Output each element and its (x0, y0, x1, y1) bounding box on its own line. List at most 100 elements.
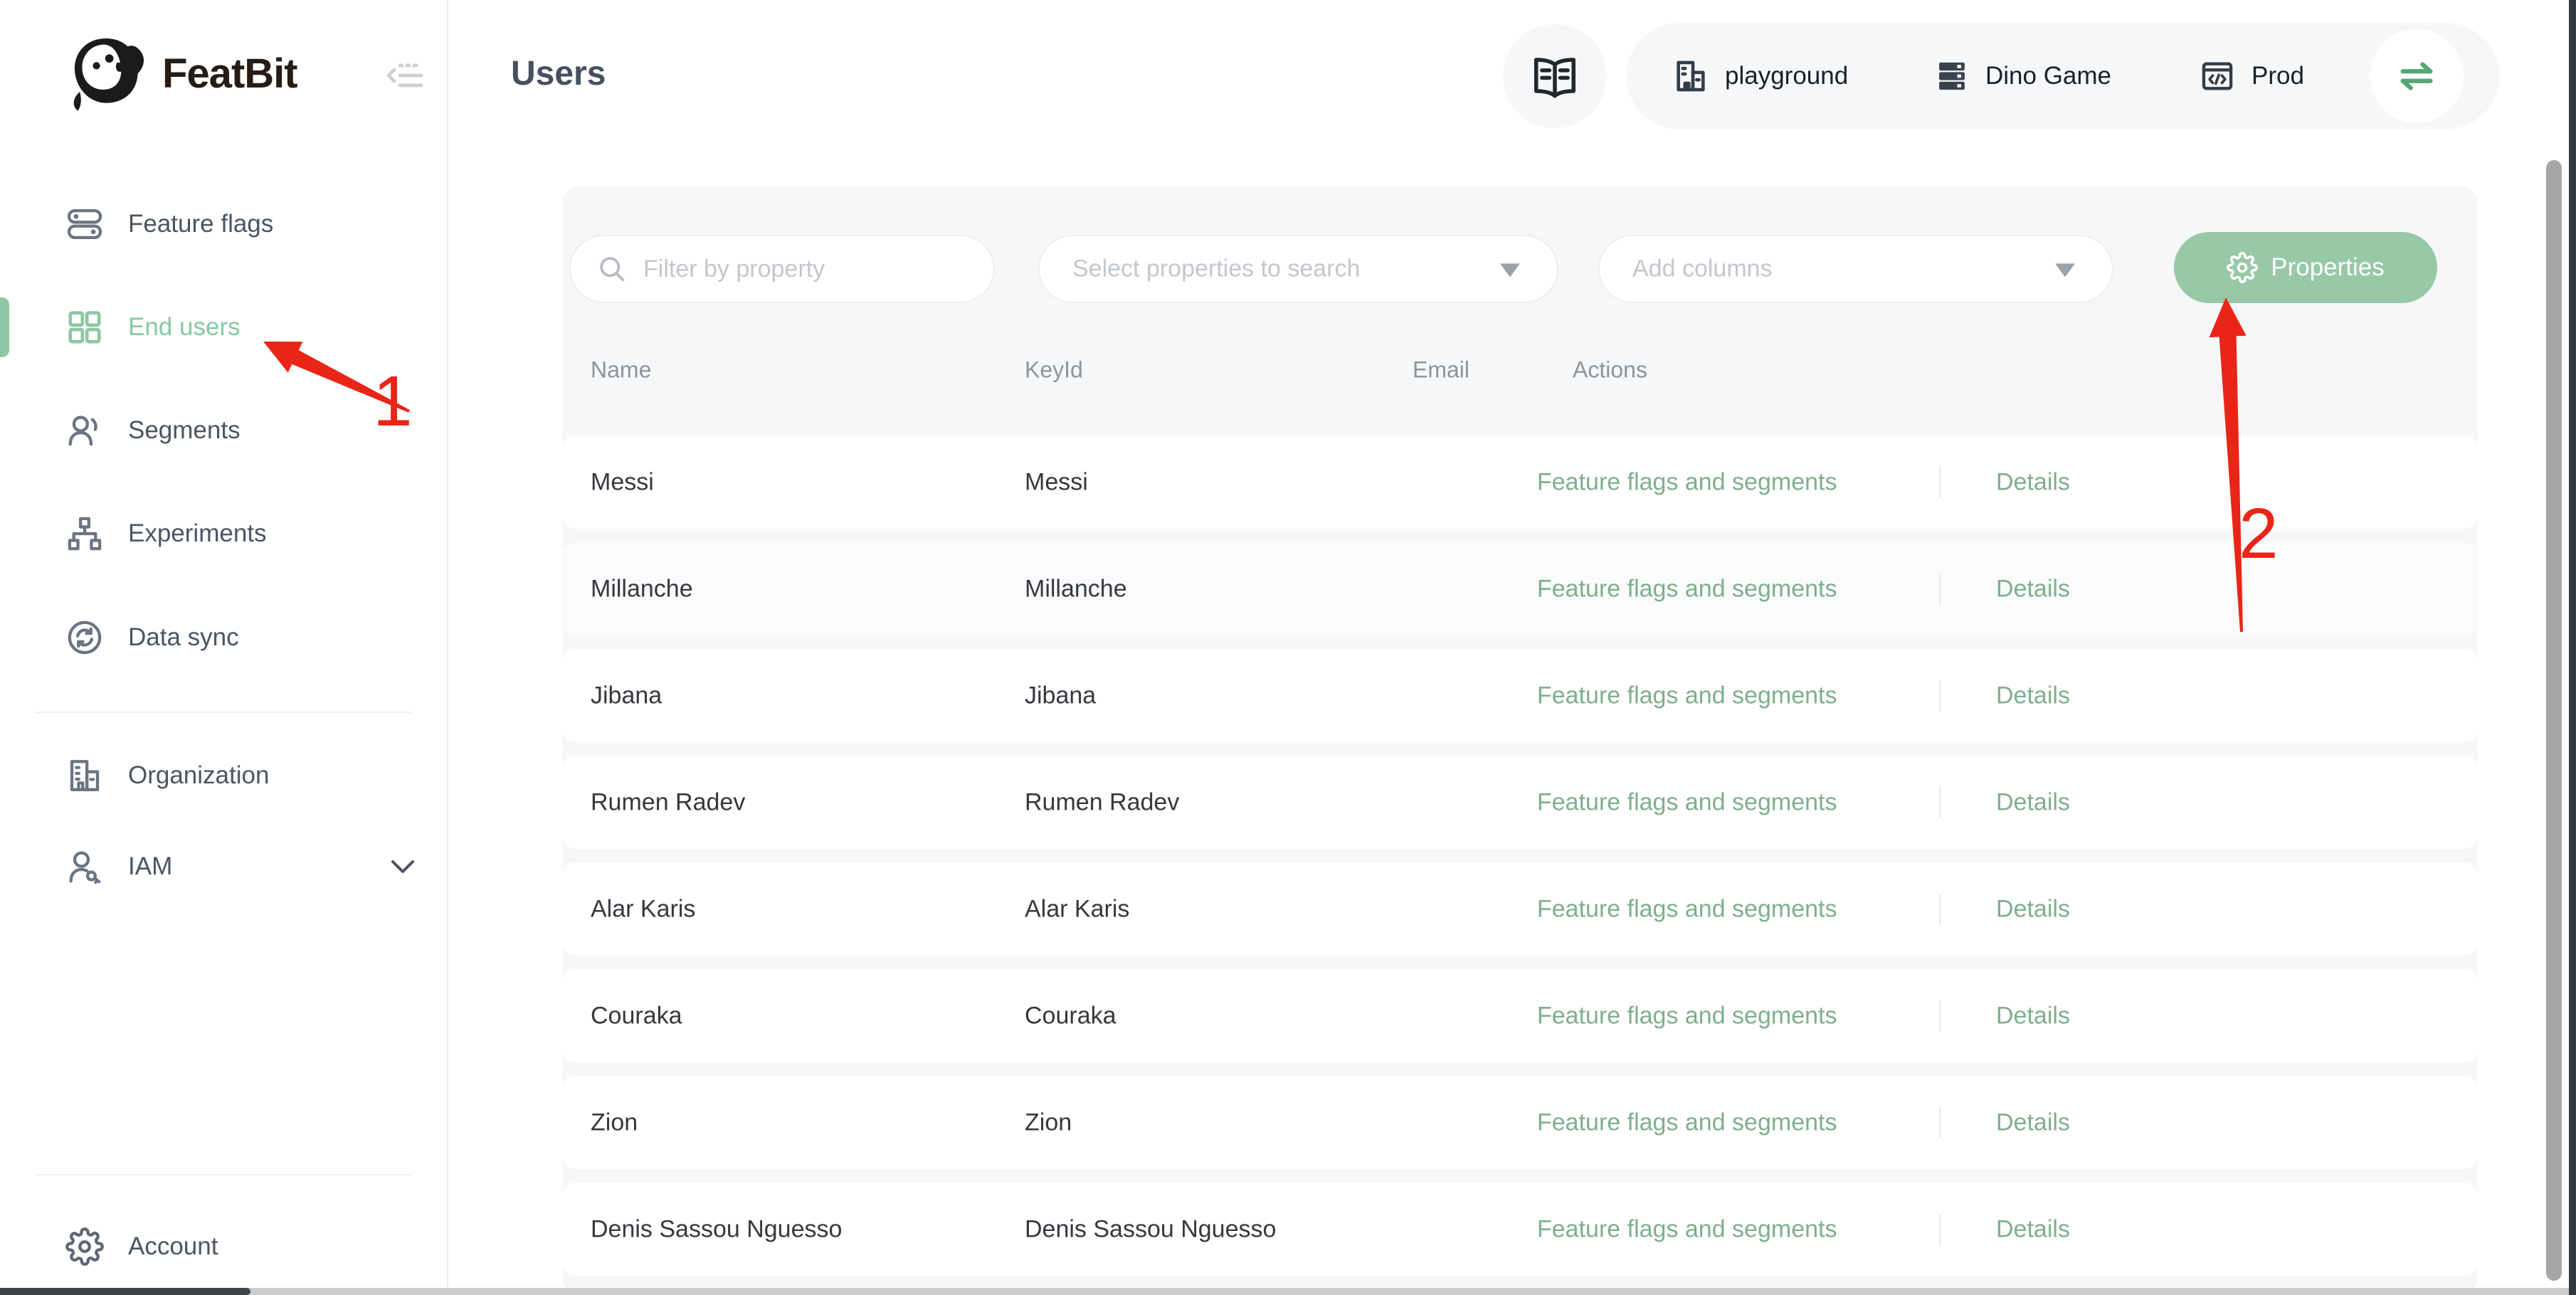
sidebar-item-iam[interactable]: IAM (0, 830, 447, 904)
cell-keyid: Denis Sassou Nguesso (1025, 1215, 1276, 1243)
table-row: Alar Karis Alar Karis Feature flags and … (562, 862, 2478, 956)
details-link[interactable]: Details (1996, 1215, 2070, 1243)
environment-name: Prod (2252, 62, 2304, 90)
page-title: Users (511, 54, 606, 93)
feature-flags-and-segments-link[interactable]: Feature flags and segments (1537, 788, 1837, 816)
cell-name: Denis Sassou Nguesso (591, 1215, 842, 1243)
feature-flags-and-segments-link[interactable]: Feature flags and segments (1537, 575, 1837, 603)
sidebar-item-experiments[interactable]: Experiments (0, 497, 447, 571)
switch-environment-button[interactable] (2370, 29, 2464, 123)
cell-name: Rumen Radev (591, 788, 745, 816)
cell-name: Millanche (591, 575, 693, 603)
sidebar-item-segments[interactable]: Segments (0, 393, 447, 467)
table-row: Rumen Radev Rumen Radev Feature flags an… (562, 756, 2478, 849)
horizontal-scrollbar[interactable] (0, 1288, 250, 1295)
sidebar-item-label: Experiments (128, 519, 267, 548)
table-row: Jibana Jibana Feature flags and segments… (562, 649, 2478, 742)
chevron-down-icon (390, 859, 416, 874)
sidebar-item-label: Organization (128, 761, 269, 790)
environment-selector[interactable]: Prod (2199, 23, 2304, 130)
details-link[interactable]: Details (1996, 1109, 2070, 1136)
experiments-icon (65, 514, 104, 553)
add-columns-placeholder: Add columns (1632, 255, 1773, 283)
caret-down-icon (2055, 263, 2075, 277)
details-link[interactable]: Details (1996, 468, 2070, 496)
servers-icon (1934, 58, 1970, 94)
end-users-icon (65, 308, 104, 347)
gear-icon (65, 1227, 104, 1266)
feature-flags-and-segments-link[interactable]: Feature flags and segments (1537, 1002, 1837, 1030)
vertical-scrollbar[interactable] (2546, 160, 2562, 1281)
gear-icon (2227, 252, 2258, 283)
featbit-logo-icon (63, 28, 149, 115)
horizontal-scrollbar-track (0, 1288, 2569, 1295)
column-header-actions: Actions (1573, 357, 1647, 384)
sidebar-item-account[interactable]: Account (0, 1210, 447, 1284)
documentation-button[interactable] (1503, 24, 1607, 128)
user-table-body: Messi Messi Feature flags and segments D… (562, 435, 2478, 1289)
action-divider (1939, 787, 1941, 818)
cell-keyid: Couraka (1025, 1002, 1117, 1030)
column-header-keyid: KeyId (1025, 357, 1083, 384)
feature-flags-and-segments-link[interactable]: Feature flags and segments (1537, 682, 1837, 709)
action-divider (1939, 894, 1941, 925)
details-link[interactable]: Details (1996, 1002, 2070, 1030)
users-panel: Select properties to search Add columns … (562, 186, 2478, 1295)
caret-down-icon (1500, 263, 1520, 277)
action-divider (1939, 1214, 1941, 1245)
window-right-edge (2569, 0, 2576, 1295)
cell-name: Couraka (591, 1002, 682, 1030)
cell-keyid: Jibana (1025, 682, 1096, 709)
code-window-icon (2199, 58, 2236, 95)
iam-icon (65, 847, 104, 886)
action-divider (1939, 574, 1941, 605)
details-link[interactable]: Details (1996, 575, 2070, 603)
table-row: Zion Zion Feature flags and segments Det… (562, 1076, 2478, 1169)
segments-icon (65, 411, 104, 450)
sidebar-item-label: Data sync (128, 623, 239, 652)
cell-keyid: Rumen Radev (1025, 788, 1179, 816)
sidebar-item-label: End users (128, 313, 241, 342)
feature-flags-and-segments-link[interactable]: Feature flags and segments (1537, 1109, 1837, 1136)
project-selector[interactable]: playground (1672, 23, 1848, 130)
table-row: Millanche Millanche Feature flags and se… (562, 542, 2478, 635)
details-link[interactable]: Details (1996, 788, 2070, 816)
cell-keyid: Millanche (1025, 575, 1127, 603)
sidebar-item-label: IAM (128, 852, 172, 881)
details-link[interactable]: Details (1996, 682, 2070, 709)
column-header-name: Name (591, 357, 651, 384)
action-divider (1939, 680, 1941, 712)
feature-flags-and-segments-link[interactable]: Feature flags and segments (1537, 1215, 1837, 1243)
table-row: Couraka Couraka Feature flags and segmen… (562, 969, 2478, 1062)
action-divider (1939, 1107, 1941, 1138)
select-properties-dropdown[interactable]: Select properties to search (1038, 235, 1558, 303)
action-divider (1939, 1000, 1941, 1032)
env-group-name: Dino Game (1985, 62, 2111, 90)
details-link[interactable]: Details (1996, 895, 2070, 923)
feature-flags-and-segments-link[interactable]: Feature flags and segments (1537, 468, 1837, 496)
filter-search-box (569, 235, 995, 303)
properties-button-label: Properties (2271, 253, 2385, 282)
search-icon (596, 253, 628, 285)
building-icon (1672, 58, 1709, 95)
table-row: Denis Sassou Nguesso Denis Sassou Nguess… (562, 1183, 2478, 1276)
sidebar-item-feature-flags[interactable]: Feature flags (0, 187, 447, 261)
sidebar-collapse-icon[interactable] (384, 54, 427, 97)
properties-button[interactable]: Properties (2174, 232, 2437, 303)
feature-flags-icon (65, 205, 104, 243)
env-group-selector[interactable]: Dino Game (1934, 23, 2111, 130)
cell-keyid: Messi (1025, 468, 1088, 496)
add-columns-dropdown[interactable]: Add columns (1598, 235, 2113, 303)
sidebar-item-organization[interactable]: Organization (0, 739, 447, 813)
select-properties-placeholder: Select properties to search (1072, 255, 1360, 283)
cell-name: Alar Karis (591, 895, 695, 923)
project-name: playground (1725, 62, 1848, 90)
organization-icon (65, 756, 104, 795)
filter-by-property-input[interactable] (643, 236, 978, 302)
sidebar: FeatBit Feature flags End u (0, 0, 448, 1295)
sidebar-item-label: Segments (128, 416, 241, 445)
sidebar-item-end-users[interactable]: End users (0, 290, 447, 364)
feature-flags-and-segments-link[interactable]: Feature flags and segments (1537, 895, 1837, 923)
sidebar-divider (36, 1174, 411, 1175)
sidebar-item-data-sync[interactable]: Data sync (0, 601, 447, 675)
